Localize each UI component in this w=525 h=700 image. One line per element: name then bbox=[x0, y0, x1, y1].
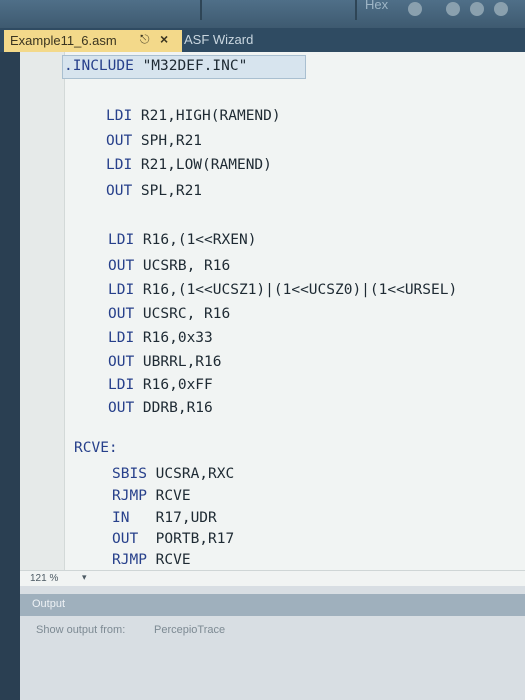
code-line[interactable]: LDI R16,(1<<UCSZ1)|(1<<UCSZ0)|(1<<URSEL) bbox=[108, 282, 457, 298]
zoom-level[interactable]: 121 % bbox=[30, 573, 58, 584]
code-line[interactable]: OUT UCSRC, R16 bbox=[108, 306, 230, 322]
toolbar-button-icon[interactable] bbox=[494, 2, 508, 16]
code-operands: R16,(1<<UCSZ1)|(1<<UCSZ0)|(1<<URSEL) bbox=[134, 282, 458, 298]
toolbar-separator bbox=[200, 0, 202, 20]
code-line[interactable]: OUT SPL,R21 bbox=[106, 183, 202, 199]
code-operands: R16,0x33 bbox=[134, 330, 213, 346]
close-icon[interactable]: × bbox=[160, 31, 168, 47]
code-operands: R17,UDR bbox=[129, 510, 217, 526]
toolbar: Hex bbox=[0, 0, 525, 28]
output-panel: Output Show output from: PercepioTrace bbox=[20, 586, 525, 700]
code-operands: SPH,R21 bbox=[132, 133, 203, 149]
code-instruction: LDI bbox=[106, 157, 133, 173]
tab-asf-wizard[interactable]: ASF Wizard bbox=[184, 32, 253, 47]
code-instruction: OUT bbox=[108, 354, 135, 370]
toolbar-button-icon[interactable] bbox=[408, 2, 422, 16]
code-line[interactable]: LDI R16,0xFF bbox=[108, 377, 213, 393]
code-line[interactable]: OUT SPH,R21 bbox=[106, 133, 202, 149]
code-line[interactable]: RJMP RCVE bbox=[112, 552, 191, 568]
code-line[interactable]: LDI R21,LOW(RAMEND) bbox=[106, 157, 272, 173]
code-instruction: SBIS bbox=[112, 466, 147, 482]
code-operands: PORTB,R17 bbox=[138, 531, 235, 547]
toolbar-button-icon[interactable] bbox=[446, 2, 460, 16]
pin-icon[interactable]: ⎋ bbox=[140, 32, 150, 47]
code-instruction: IN bbox=[112, 510, 130, 526]
code-operands: R16,0xFF bbox=[134, 377, 213, 393]
code-instruction: LDI bbox=[108, 232, 135, 248]
code-instruction: RJMP bbox=[112, 488, 147, 504]
code-line[interactable]: LDI R16,(1<<RXEN) bbox=[108, 232, 256, 248]
code-line[interactable]: RCVE: bbox=[74, 440, 118, 456]
toolbar-separator bbox=[355, 0, 357, 20]
code-editor[interactable]: .INCLUDE "M32DEF.INC" LDI R21,HIGH(RAMEND… bbox=[20, 52, 525, 570]
side-strip bbox=[0, 52, 20, 700]
output-source-select[interactable]: PercepioTrace bbox=[154, 624, 225, 636]
hex-label: Hex bbox=[365, 0, 389, 12]
code-instruction: OUT bbox=[106, 133, 133, 149]
editor-gutter bbox=[20, 52, 65, 570]
code-instruction: LDI bbox=[108, 282, 135, 298]
output-panel-header: Output bbox=[20, 594, 525, 616]
code-line[interactable]: LDI R21,HIGH(RAMEND) bbox=[106, 108, 281, 124]
code-operands: UCSRA,RXC bbox=[146, 466, 235, 482]
code-instruction: RJMP bbox=[112, 552, 147, 568]
tab-label: Example11_6.asm bbox=[10, 33, 117, 48]
code-instruction: OUT bbox=[108, 400, 135, 416]
document-tab-bar: Example11_6.asm ⎋ × ASF Wizard bbox=[0, 28, 525, 52]
code-operands: UBRRL,R16 bbox=[134, 354, 222, 370]
code-operands: RCVE bbox=[146, 552, 191, 568]
code-instruction: LDI bbox=[106, 108, 133, 124]
code-instruction: .INCLUDE bbox=[64, 58, 134, 74]
code-instruction: OUT bbox=[108, 258, 135, 274]
code-line[interactable]: IN R17,UDR bbox=[112, 510, 217, 526]
code-instruction: OUT bbox=[112, 531, 139, 547]
code-operands: R21,HIGH(RAMEND) bbox=[132, 108, 281, 124]
code-operands: DDRB,R16 bbox=[134, 400, 213, 416]
code-instruction: RCVE: bbox=[74, 440, 118, 456]
chevron-down-icon[interactable]: ▾ bbox=[82, 572, 87, 583]
code-instruction: LDI bbox=[108, 330, 135, 346]
code-line[interactable]: LDI R16,0x33 bbox=[108, 330, 213, 346]
code-line[interactable]: OUT UCSRB, R16 bbox=[108, 258, 230, 274]
tab-example11-6-asm[interactable]: Example11_6.asm ⎋ × bbox=[4, 30, 182, 52]
toolbar-button-icon[interactable] bbox=[470, 2, 484, 16]
code-operands: "M32DEF.INC" bbox=[133, 58, 248, 74]
code-line[interactable]: SBIS UCSRA,RXC bbox=[112, 466, 234, 482]
code-line[interactable]: OUT UBRRL,R16 bbox=[108, 354, 222, 370]
code-operands: R21,LOW(RAMEND) bbox=[132, 157, 272, 173]
code-instruction: OUT bbox=[106, 183, 133, 199]
editor-status-bar: 121 % ▾ bbox=[20, 570, 525, 587]
code-line[interactable]: OUT DDRB,R16 bbox=[108, 400, 213, 416]
code-line[interactable]: .INCLUDE "M32DEF.INC" bbox=[64, 58, 247, 74]
output-title: Output bbox=[32, 598, 66, 610]
code-operands: UCSRB, R16 bbox=[134, 258, 231, 274]
code-instruction: LDI bbox=[108, 377, 135, 393]
code-operands: UCSRC, R16 bbox=[134, 306, 231, 322]
code-instruction: OUT bbox=[108, 306, 135, 322]
code-operands: R16,(1<<RXEN) bbox=[134, 232, 257, 248]
code-operands: RCVE bbox=[146, 488, 191, 504]
show-output-from-label: Show output from: bbox=[36, 624, 126, 636]
code-line[interactable]: OUT PORTB,R17 bbox=[112, 531, 234, 547]
code-line[interactable]: RJMP RCVE bbox=[112, 488, 191, 504]
code-operands: SPL,R21 bbox=[132, 183, 203, 199]
